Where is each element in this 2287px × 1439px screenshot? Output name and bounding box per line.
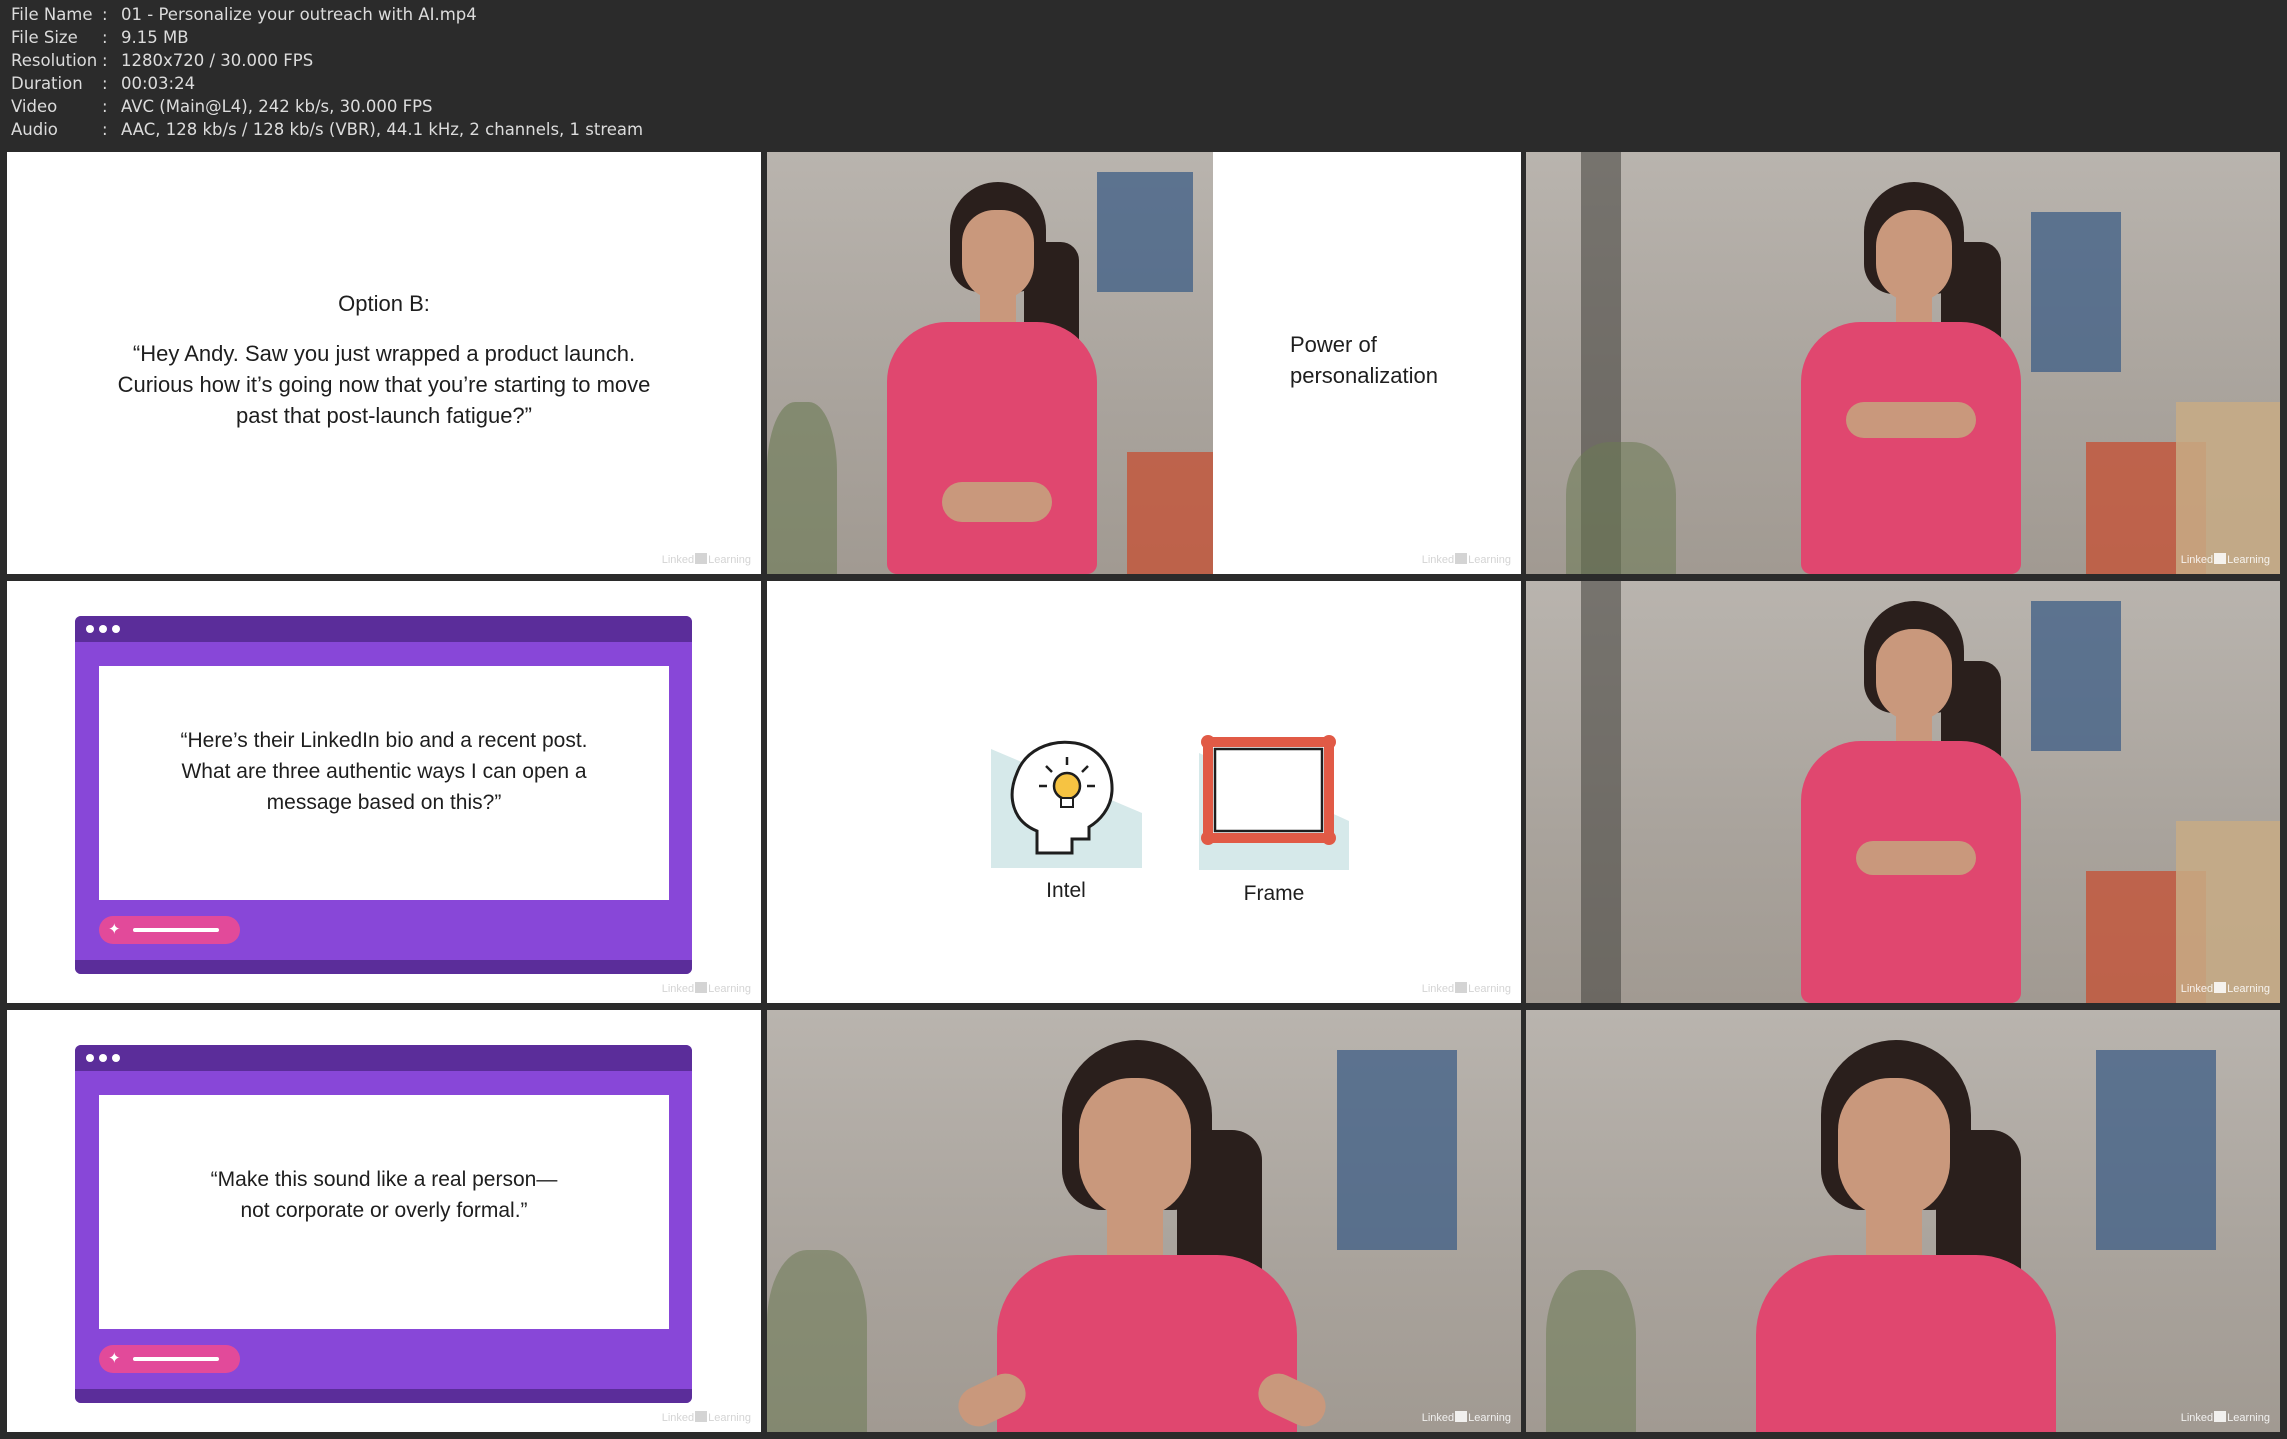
thumbnail-4-prompt-slide: “Here’s their LinkedIn bio and a recent …	[7, 581, 761, 1003]
linkedin-learning-watermark: Linked Learning	[661, 1411, 751, 1424]
media-info-header: File Name : 01 - Personalize your outrea…	[0, 0, 2287, 150]
linkedin-learning-watermark: Linked Learning	[1421, 1411, 1511, 1424]
browser-window-illustration: “Here’s their LinkedIn bio and a recent …	[75, 616, 692, 974]
thumbnail-5-intel-frame: Intel Frame Linked Learning	[767, 581, 1521, 1003]
browser-title-bar	[75, 1045, 692, 1071]
browser-window-illustration: “Make this sound like a real person— not…	[75, 1045, 692, 1403]
linkedin-learning-watermark: Linked Learning	[2180, 982, 2270, 995]
thumbnail-9-presenter-closeup: Linked Learning	[1526, 1010, 2280, 1432]
presenter-figure	[1776, 601, 2046, 1003]
prompt-line-1: “Make this sound like a real person—	[210, 1168, 558, 1191]
window-dot-icon	[86, 625, 94, 633]
lightbulb-head-icon	[991, 740, 1142, 868]
presenter-figure	[1776, 182, 2046, 574]
window-dot-icon	[112, 1054, 120, 1062]
window-dot-icon	[99, 625, 107, 633]
slide-heading-line-1: Power of	[1290, 332, 1377, 357]
prompt-line-1: “Here’s their LinkedIn bio and a recent …	[180, 729, 588, 752]
sparkle-icon: ✦	[108, 1349, 121, 1367]
presenter-figure	[951, 1040, 1337, 1432]
thumbnail-6-presenter: Linked Learning	[1526, 581, 2280, 1003]
linkedin-learning-watermark: Linked Learning	[1421, 982, 1511, 995]
intel-frame-illustration	[991, 735, 1349, 870]
slide-title: Option B:	[338, 291, 430, 316]
thumbnail-7-prompt-slide: “Make this sound like a real person— not…	[7, 1010, 761, 1432]
window-dot-icon	[99, 1054, 107, 1062]
ai-input-pill: ✦	[99, 916, 240, 944]
browser-bottom-bar	[75, 1389, 692, 1403]
linkedin-learning-watermark: Linked Learning	[661, 982, 751, 995]
slide-heading: Power of personalization	[1290, 329, 1438, 391]
presenter-figure	[1716, 1040, 2096, 1432]
browser-title-bar	[75, 616, 692, 642]
prompt-line-2: What are three authentic ways I can open…	[181, 760, 587, 783]
linkedin-learning-watermark: Linked Learning	[661, 553, 751, 566]
slide-quote-line-1: “Hey Andy. Saw you just wrapped a produc…	[132, 341, 636, 366]
prompt-line-2: not corporate or overly formal.”	[240, 1199, 528, 1222]
thumbnail-8-presenter-closeup: Linked Learning	[767, 1010, 1521, 1432]
sparkle-icon: ✦	[108, 920, 121, 938]
window-dot-icon	[86, 1054, 94, 1062]
slide-heading-line-2: personalization	[1290, 363, 1438, 388]
thumbnail-3-presenter: Linked Learning	[1526, 152, 2280, 574]
picture-frame-icon	[1199, 735, 1349, 870]
slide-quote-line-3: past that post-launch fatigue?”	[236, 403, 532, 428]
intel-label: Intel	[1046, 879, 1086, 902]
linkedin-learning-watermark: Linked Learning	[2180, 1411, 2270, 1424]
input-placeholder-bar	[133, 1357, 219, 1361]
ai-input-pill: ✦	[99, 1345, 240, 1373]
thumbnail-1-option-b-slide: Option B: “Hey Andy. Saw you just wrappe…	[7, 152, 761, 574]
browser-bottom-bar	[75, 960, 692, 974]
input-placeholder-bar	[133, 928, 219, 932]
thumbnail-2-power-of-personalization: Power of personalization Linked Learning	[767, 152, 1521, 574]
linkedin-learning-watermark: Linked Learning	[2180, 553, 2270, 566]
slide-quote-line-2: Curious how it’s going now that you’re s…	[117, 372, 651, 397]
linkedin-learning-watermark: Linked Learning	[1421, 553, 1511, 566]
presenter-video-panel	[767, 152, 1213, 574]
prompt-line-3: message based on this?”	[266, 791, 502, 814]
frame-label: Frame	[1243, 882, 1305, 905]
presenter-figure	[862, 182, 1122, 574]
window-dot-icon	[112, 625, 120, 633]
